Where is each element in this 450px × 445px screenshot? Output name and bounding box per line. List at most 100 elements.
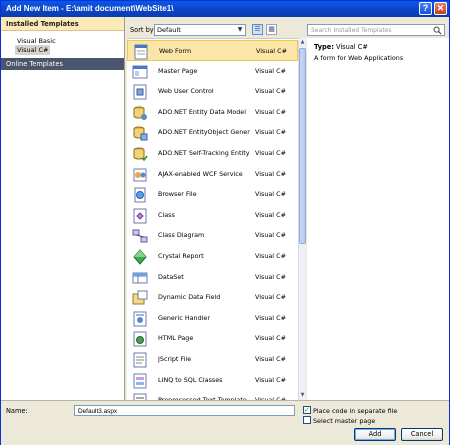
template-language: Visual C# xyxy=(255,66,286,75)
search-icon[interactable] xyxy=(433,26,442,35)
browser-file-icon xyxy=(134,187,146,203)
template-row-crystal-report[interactable]: Crystal Report Visual C# xyxy=(127,246,298,267)
title-bar[interactable]: Add New Item - E:\amit document\WebSite1… xyxy=(1,1,449,17)
template-language: Visual C# xyxy=(255,149,286,157)
template-row-master-page[interactable]: Master Page Visual C# xyxy=(127,61,298,82)
select-master-page-label: Select master page xyxy=(313,417,376,425)
generic-handler-icon xyxy=(133,311,147,327)
entity-generator-icon xyxy=(133,126,148,141)
template-language: Visual C# xyxy=(256,47,287,55)
template-row-html-page[interactable]: HTML Page Visual C# xyxy=(127,328,298,349)
template-row-dynamic-data-field[interactable]: Dynamic Data Field Visual C# xyxy=(127,287,298,308)
class-diagram-icon xyxy=(132,229,148,243)
search-placeholder: Search Installed Templates xyxy=(311,27,392,34)
template-name: Web User Control xyxy=(158,87,214,96)
help-button[interactable]: ? xyxy=(419,2,432,15)
template-list-scrollbar[interactable]: ▲ ▼ xyxy=(298,38,306,400)
template-row-browser-file[interactable]: Browser File Visual C# xyxy=(127,184,298,205)
template-name: JScript File xyxy=(158,355,192,363)
html-page-icon xyxy=(133,331,147,347)
entity-model-icon xyxy=(133,106,147,120)
template-name: Class Diagram xyxy=(158,231,205,240)
class-icon xyxy=(133,208,147,224)
template-name: Crystal Report xyxy=(158,252,204,260)
template-row-ado-net-entity-data-model[interactable]: ADO.NET Entity Data Model Visual C# xyxy=(127,102,298,123)
template-row-preprocessed-text-template[interactable]: Preprocessed Text TemplateVisual C# xyxy=(127,390,298,400)
template-type: Type: Visual C# xyxy=(314,43,368,51)
add-button[interactable]: Add xyxy=(354,428,396,441)
template-row-web-user-control[interactable]: Web User Control Visual C# xyxy=(127,81,298,102)
template-language: Visual C# xyxy=(255,231,286,240)
cancel-button[interactable]: Cancel xyxy=(401,428,443,441)
template-language: Visual C# xyxy=(255,128,286,137)
template-details-panel: Type: Visual C# A form for Web Applicati… xyxy=(307,38,449,400)
template-row-linq-to-sql-classes[interactable]: LINQ to SQL Classes Visual C# xyxy=(127,370,298,391)
web-form-icon xyxy=(134,44,148,60)
template-name: DataSet xyxy=(158,272,184,281)
template-row-ado-net-self-tracking-entity-ge[interactable]: ADO.NET Self-Tracking Entity Ge... Visual… xyxy=(127,143,298,164)
template-language: Visual C# xyxy=(255,272,286,281)
place-code-checkbox[interactable]: ✓ xyxy=(303,406,311,414)
sort-by-select[interactable]: Default ▼ xyxy=(154,24,246,36)
name-field[interactable] xyxy=(74,405,295,416)
online-templates-header[interactable]: Online Templates xyxy=(1,58,124,70)
select-master-page-checkbox[interactable] xyxy=(303,416,311,424)
template-language: Visual C# xyxy=(255,293,286,302)
template-name: AJAX-enabled WCF Service xyxy=(158,169,243,178)
place-code-label: Place code in separate file xyxy=(313,407,398,415)
template-row-web-form[interactable]: Web Form Visual C# xyxy=(127,40,298,61)
template-language: Visual C# xyxy=(255,169,286,178)
template-row-ado-net-entityobject-generator[interactable]: ADO.NET EntityObject Generator Visual C# xyxy=(127,122,298,143)
template-name: Master Page xyxy=(158,66,198,75)
linq-icon xyxy=(133,373,147,389)
template-language: Visual C# xyxy=(255,210,286,219)
text-template-icon xyxy=(133,393,147,400)
template-name: Dynamic Data Field xyxy=(158,293,221,302)
template-language: Visual C# xyxy=(255,334,286,343)
scroll-up-icon[interactable]: ▲ xyxy=(299,38,306,47)
template-name: LINQ to SQL Classes xyxy=(158,375,223,384)
template-language: Visual C# xyxy=(255,87,286,96)
list-view-icon[interactable]: ☰ xyxy=(252,24,263,35)
templates-tree-panel: Installed Templates Visual Basic Visual … xyxy=(1,17,125,400)
template-row-dataset[interactable]: DataSet Visual C# xyxy=(127,267,298,288)
template-row-generic-handler[interactable]: Generic Handler Visual C# xyxy=(127,308,298,329)
template-name: Browser File xyxy=(158,190,197,199)
template-language: Visual C# xyxy=(255,252,286,260)
template-name: ADO.NET Self-Tracking Entity Ge... xyxy=(158,149,250,157)
template-name: Class xyxy=(158,210,175,219)
chevron-down-icon[interactable]: ▼ xyxy=(235,25,245,35)
self-tracking-icon xyxy=(133,147,148,162)
close-button[interactable]: ✕ xyxy=(434,2,447,15)
wcf-service-icon xyxy=(133,168,147,182)
template-description: A form for Web Applications xyxy=(314,54,404,62)
template-name: ADO.NET EntityObject Generator xyxy=(158,128,250,137)
template-row-class-diagram[interactable]: Class Diagram Visual C# xyxy=(127,225,298,246)
window-title: Add New Item - E:\amit document\WebSite1… xyxy=(6,4,174,13)
add-new-item-dialog: Add New Item - E:\amit document\WebSite1… xyxy=(0,0,450,445)
template-row-jscript-file[interactable]: JScript File Visual C# xyxy=(127,349,298,370)
name-label: Name: xyxy=(6,407,28,415)
search-input[interactable]: Search Installed Templates xyxy=(307,24,445,36)
template-name: Generic Handler xyxy=(158,313,210,322)
crystal-report-icon xyxy=(133,249,147,265)
template-list: Web Form Visual C# Master Page Visual C# Web… xyxy=(127,38,298,400)
tree-item-visual-csharp[interactable]: Visual C# xyxy=(15,45,51,55)
dataset-icon xyxy=(132,272,148,284)
template-row-ajax-enabled-wcf-service[interactable]: AJAX-enabled WCF Service Visual C# xyxy=(127,164,298,185)
sort-by-value: Default xyxy=(157,26,181,34)
scroll-down-icon[interactable]: ▼ xyxy=(299,391,306,400)
installed-templates-header[interactable]: Installed Templates xyxy=(1,17,124,31)
grid-view-icon[interactable]: ▦ xyxy=(266,24,277,35)
sort-toolbar: Sort by: Default ▼ ☰ ▦ xyxy=(128,22,303,38)
template-name: ADO.NET Entity Data Model xyxy=(158,107,247,116)
template-language: Visual C# xyxy=(255,107,286,116)
template-row-class[interactable]: Class Visual C# xyxy=(127,205,298,226)
user-control-icon xyxy=(133,84,147,100)
template-language: Visual C# xyxy=(255,190,286,199)
template-language: Visual C# xyxy=(255,313,286,322)
scrollbar-thumb[interactable] xyxy=(299,48,306,244)
template-language: Visual C# xyxy=(255,355,286,363)
sort-by-label: Sort by: xyxy=(130,26,156,34)
master-page-icon xyxy=(132,65,148,79)
